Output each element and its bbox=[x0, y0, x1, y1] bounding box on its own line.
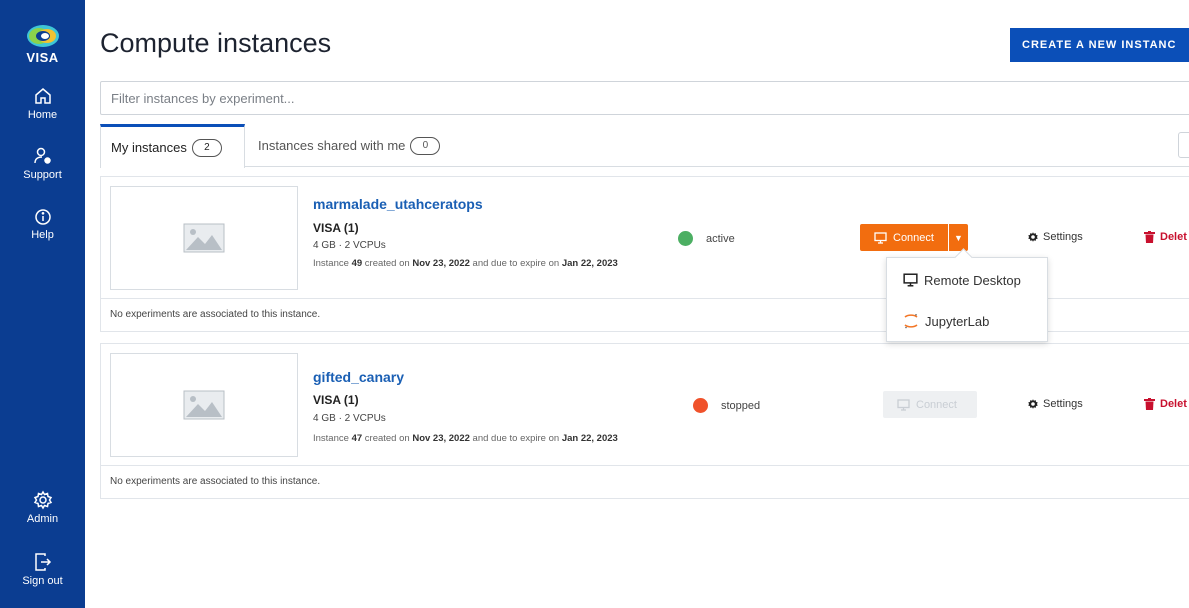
connect-button-group: Connect ▼ bbox=[860, 224, 968, 251]
connect-dropdown-toggle[interactable]: ▼ bbox=[947, 224, 968, 251]
gear-icon bbox=[33, 490, 52, 510]
instance-card: gifted_canary VISA (1) 4 GB · 2 VCPUs In… bbox=[100, 343, 1189, 499]
sidebar-item-sign-out[interactable]: Sign out bbox=[0, 552, 85, 587]
instance-created-info: Instance 49 created on Nov 23, 2022 and … bbox=[313, 258, 618, 269]
status-badge: stopped bbox=[721, 400, 761, 412]
settings-label: Settings bbox=[1043, 231, 1083, 243]
image-placeholder-icon bbox=[183, 390, 225, 420]
instance-group: VISA (1) bbox=[313, 393, 359, 407]
instance-group: VISA (1) bbox=[313, 221, 359, 235]
image-placeholder-icon bbox=[183, 223, 225, 253]
create-instance-button[interactable]: CREATE A NEW INSTANC bbox=[1010, 28, 1189, 62]
page-title: Compute instances bbox=[100, 28, 332, 58]
menu-item-label: Remote Desktop bbox=[924, 272, 1021, 288]
filter-input[interactable] bbox=[100, 81, 1189, 115]
menu-item-jupyterlab[interactable]: JupyterLab bbox=[887, 301, 1047, 341]
connect-button[interactable]: Connect bbox=[860, 224, 948, 251]
tab-count-badge: 2 bbox=[191, 138, 222, 157]
instance-spec: 4 GB · 2 VCPUs bbox=[313, 413, 386, 424]
sidebar-item-label: Sign out bbox=[22, 575, 63, 587]
trash-icon bbox=[1144, 231, 1155, 243]
monitor-icon bbox=[897, 398, 910, 411]
brand-name: VISA bbox=[26, 50, 59, 65]
delete-label: Delet bbox=[1160, 398, 1187, 410]
instance-thumbnail bbox=[110, 353, 298, 457]
tab-label: Instances shared with me bbox=[258, 138, 406, 153]
gear-icon bbox=[1028, 232, 1038, 242]
sidebar: VISA Home Support Help Admin Sign out bbox=[0, 0, 85, 608]
sign-out-icon bbox=[34, 553, 51, 571]
gear-icon bbox=[1028, 399, 1038, 409]
sidebar-item-label: Home bbox=[27, 109, 58, 121]
settings-button[interactable]: Settings bbox=[1027, 398, 1083, 410]
sidebar-item-label: Help bbox=[31, 229, 54, 241]
experiments-note: No experiments are associated to this in… bbox=[101, 465, 1189, 498]
status-indicator bbox=[693, 398, 708, 413]
sidebar-item-admin[interactable]: Admin bbox=[0, 490, 85, 525]
delete-button[interactable]: Delet bbox=[1144, 231, 1187, 243]
status-badge: active bbox=[706, 233, 735, 245]
instance-name-link[interactable]: marmalade_utahceratops bbox=[313, 196, 483, 212]
brand-logo[interactable]: VISA bbox=[0, 22, 85, 65]
instance-spec: 4 GB · 2 VCPUs bbox=[313, 240, 386, 251]
connect-button-group: Connect bbox=[883, 391, 977, 418]
status-indicator bbox=[678, 231, 693, 246]
connect-button[interactable]: Connect bbox=[883, 391, 971, 418]
settings-label: Settings bbox=[1043, 398, 1083, 410]
visa-logo-icon bbox=[26, 25, 59, 47]
sidebar-item-label: Support bbox=[23, 169, 62, 181]
home-icon bbox=[34, 88, 51, 104]
monitor-icon bbox=[874, 231, 887, 244]
connect-label: Connect bbox=[893, 231, 934, 244]
menu-item-label: JupyterLab bbox=[925, 313, 990, 329]
sidebar-item-label: Admin bbox=[26, 513, 59, 525]
view-toggle-button[interactable] bbox=[1178, 132, 1189, 158]
info-icon bbox=[34, 209, 51, 225]
jupyter-icon bbox=[904, 314, 918, 329]
sidebar-item-home[interactable]: Home bbox=[0, 86, 85, 121]
tab-bar: My instances 2 Instances shared with me … bbox=[100, 124, 1189, 168]
tab-label: My instances bbox=[111, 140, 187, 155]
delete-label: Delet bbox=[1160, 231, 1187, 243]
menu-item-remote-desktop[interactable]: Remote Desktop bbox=[887, 260, 1047, 300]
instance-created-info: Instance 47 created on Nov 23, 2022 and … bbox=[313, 433, 618, 444]
tab-my-instances[interactable]: My instances 2 bbox=[100, 124, 245, 168]
tab-shared-with-me[interactable]: Instances shared with me 0 bbox=[258, 124, 441, 167]
connect-label: Connect bbox=[916, 398, 957, 411]
tab-count-badge: 0 bbox=[410, 136, 441, 155]
instance-name-link[interactable]: gifted_canary bbox=[313, 369, 404, 385]
settings-button[interactable]: Settings bbox=[1027, 231, 1083, 243]
trash-icon bbox=[1144, 398, 1155, 410]
connect-dropdown-menu: Remote Desktop JupyterLab bbox=[886, 257, 1048, 342]
sidebar-item-help[interactable]: Help bbox=[0, 208, 85, 241]
monitor-icon bbox=[903, 273, 918, 287]
support-icon bbox=[33, 147, 51, 164]
delete-button[interactable]: Delet bbox=[1144, 398, 1187, 410]
sidebar-item-support[interactable]: Support bbox=[0, 146, 85, 181]
caret-down-icon: ▼ bbox=[954, 232, 963, 243]
instance-thumbnail bbox=[110, 186, 298, 290]
